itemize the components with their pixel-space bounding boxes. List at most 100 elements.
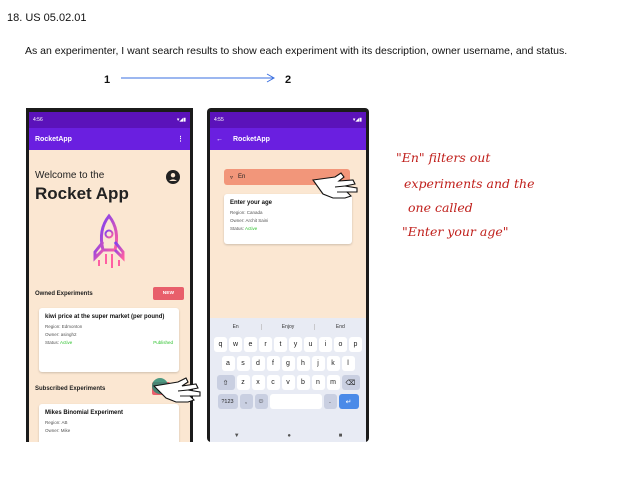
key[interactable]: g <box>281 356 295 371</box>
status-bar: 4:55 ▾◢▮ <box>210 112 366 128</box>
key[interactable]: d <box>251 356 265 371</box>
search-screen: 4:55 ▾◢▮ ← RocketApp ▿ En Enter your age… <box>210 112 366 442</box>
key[interactable]: p <box>349 337 362 352</box>
key-row-1: q w e r t y u i o p <box>210 337 366 352</box>
nav-bar: ▼ ● ■ <box>210 430 366 442</box>
card-status-label: Status: <box>45 340 60 346</box>
key[interactable]: b <box>296 375 310 390</box>
soft-keyboard: En Enjoy End q w e r t y u i o p a s d f <box>210 318 366 442</box>
overflow-menu-icon[interactable]: ⋮ <box>177 135 184 143</box>
key[interactable]: v <box>281 375 295 390</box>
key[interactable]: , <box>239 394 253 409</box>
card-title: Mikes Binomial Experiment <box>45 410 124 416</box>
app-bar: RocketApp ⋮ <box>29 128 190 150</box>
search-query: En <box>238 174 246 180</box>
app-title: Rocket App <box>35 184 129 203</box>
card-title: Enter your age <box>230 200 273 206</box>
key[interactable]: w <box>229 337 242 352</box>
annotation-line-3: one called <box>408 200 473 215</box>
card-region: Region: Edmonton <box>45 324 83 330</box>
card-status-value: Active <box>60 340 73 346</box>
battery-icon: ▾◢▮ <box>352 117 362 123</box>
key[interactable]: t <box>274 337 287 352</box>
welcome-text: Welcome to the <box>35 170 105 181</box>
user-story-text: As an experimenter, I want search result… <box>25 45 568 57</box>
nav-recents-icon[interactable]: ■ <box>339 433 343 439</box>
key[interactable]: i <box>319 337 332 352</box>
card-status-row: Status: Active <box>230 226 346 231</box>
key[interactable]: q <box>214 337 227 352</box>
card-title: kiwi price at the super market (per poun… <box>45 314 165 320</box>
back-arrow-icon[interactable]: ← <box>216 136 223 143</box>
suggestion-item[interactable]: End <box>315 324 366 330</box>
key[interactable]: x <box>251 375 265 390</box>
space-key[interactable] <box>269 394 322 409</box>
search-result-card[interactable]: Enter your age Region: Canada Owner: Arc… <box>224 194 352 244</box>
key[interactable]: f <box>266 356 280 371</box>
key[interactable]: o <box>334 337 347 352</box>
owned-experiments-header: Owned Experiments NEW <box>35 287 184 300</box>
annotation-line-4: "Enter your age" <box>402 224 509 239</box>
key[interactable]: m <box>326 375 340 390</box>
card-region: Region: Canada <box>230 210 263 216</box>
key[interactable]: u <box>304 337 317 352</box>
backspace-key-icon[interactable]: ⌫ <box>341 375 360 390</box>
card-owner: Owner: Mike <box>45 428 71 434</box>
rocket-logo-icon <box>93 213 125 268</box>
shift-key-icon[interactable]: ⇧ <box>216 375 235 390</box>
flow-arrow-icon <box>121 73 276 83</box>
app-bar: ← RocketApp <box>210 128 366 150</box>
subscribed-experiments-label: Subscribed Experiments <box>35 385 106 392</box>
card-owner: Owner: asingh2 <box>45 332 77 338</box>
pointing-hand-icon <box>312 172 358 199</box>
nav-home-icon[interactable]: ● <box>287 433 291 439</box>
key[interactable]: a <box>221 356 235 371</box>
key[interactable]: y <box>289 337 302 352</box>
status-time: 4:56 <box>33 117 43 123</box>
enter-key-icon[interactable]: ↵ <box>338 394 359 409</box>
key[interactable]: c <box>266 375 280 390</box>
suggestion-item[interactable]: Enjoy <box>262 324 315 330</box>
battery-icon: ▾◢▮ <box>176 117 186 123</box>
status-time: 4:55 <box>214 117 224 123</box>
key-row-2: a s d f g h j k l <box>210 356 366 371</box>
card-status-value: Active <box>245 226 258 232</box>
owned-experiments-label: Owned Experiments <box>35 290 93 297</box>
flow-step-to: 2 <box>285 74 292 86</box>
card-status-row: Status: Active Published <box>45 340 173 345</box>
key[interactable]: e <box>244 337 257 352</box>
key[interactable]: k <box>326 356 340 371</box>
emoji-key-icon[interactable]: ☺ <box>254 394 268 409</box>
key[interactable]: z <box>236 375 250 390</box>
symbols-key[interactable]: ?123 <box>217 394 238 409</box>
key[interactable]: n <box>311 375 325 390</box>
new-button[interactable]: NEW <box>152 287 184 300</box>
card-owner: Owner: Archit Saini <box>230 218 269 224</box>
card-status-label: Status: <box>230 226 245 232</box>
nav-back-icon[interactable]: ▼ <box>234 433 240 439</box>
key[interactable]: r <box>259 337 272 352</box>
annotation-line-1: "En" filters out <box>396 150 491 165</box>
key[interactable]: j <box>311 356 325 371</box>
key[interactable]: s <box>236 356 250 371</box>
filter-icon[interactable]: ▿ <box>230 174 233 181</box>
pointing-hand-icon <box>152 377 201 403</box>
card-published: Published <box>153 340 173 346</box>
phone-screenshot-search: 4:55 ▾◢▮ ← RocketApp ▿ En Enter your age… <box>207 108 369 442</box>
key-row-3: ⇧ z x c v b n m ⌫ <box>210 375 366 390</box>
annotation-line-2: experiments and the <box>404 176 535 191</box>
key[interactable]: l <box>341 356 355 371</box>
card-region: Region: AB <box>45 420 68 426</box>
key[interactable]: . <box>323 394 337 409</box>
app-bar-title: RocketApp <box>35 135 72 143</box>
suggestion-strip: En Enjoy End <box>210 321 366 333</box>
story-number: 18. US 05.02.01 <box>7 12 87 24</box>
app-bar-title: RocketApp <box>233 135 270 143</box>
key-row-4: ?123 , ☺ . ↵ <box>210 394 366 409</box>
owned-experiment-card[interactable]: kiwi price at the super market (per poun… <box>39 308 179 372</box>
key[interactable]: h <box>296 356 310 371</box>
account-circle-icon[interactable] <box>166 170 180 184</box>
suggestion-item[interactable]: En <box>210 324 263 330</box>
status-bar: 4:56 ▾◢▮ <box>29 112 190 128</box>
subscribed-experiment-card[interactable]: Mikes Binomial Experiment Region: AB Own… <box>39 404 179 442</box>
